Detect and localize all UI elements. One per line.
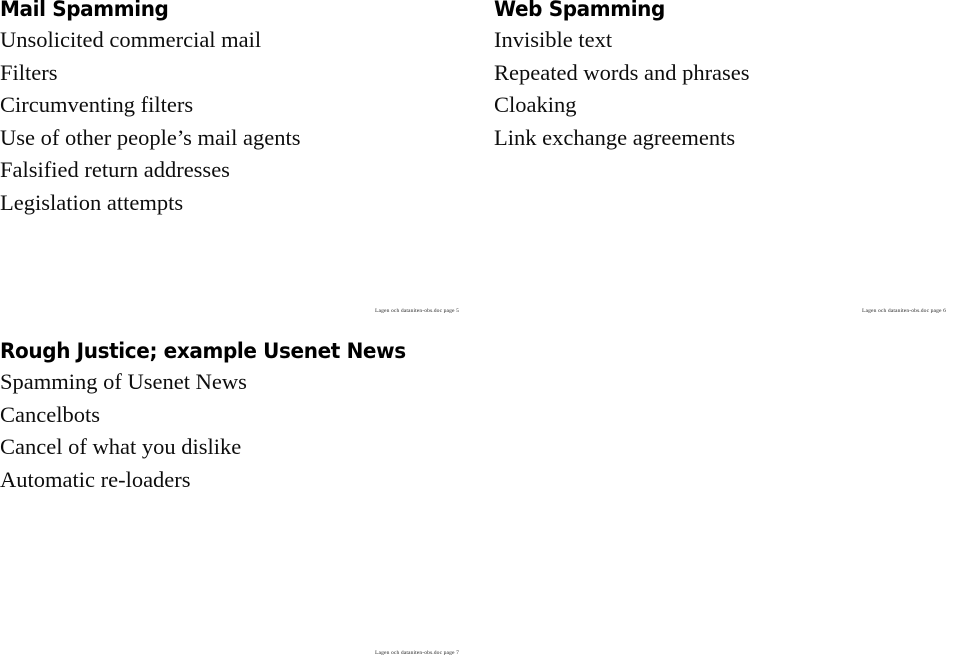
slide-body-mail-spamming: Unsolicited commercial mail Filters Circ… — [0, 24, 470, 220]
slide-heading-usenet-spamming: Rough Justice; example Usenet News — [0, 339, 406, 364]
slide-line: Repeated words and phrases — [494, 59, 750, 85]
slide-line: Cloaking — [494, 92, 577, 118]
slide-web-spamming: Web Spamming Invisible text Repeated wor… — [494, 0, 954, 154]
slide-heading-web-spamming: Web Spamming — [494, 0, 666, 22]
slide-line: Cancelbots — [0, 401, 100, 427]
slide-line: Legislation attempts — [0, 189, 184, 215]
slide-line: Use of other people’s mail agents — [0, 124, 301, 150]
slide-body-web-spamming: Invisible text Repeated words and phrase… — [494, 24, 954, 154]
slide-line: Filters — [0, 59, 58, 85]
page-footer-6: Lagen och dataniten-obs.doc page 6 — [862, 308, 947, 314]
slide-body-usenet-spamming: Spamming of Usenet News Cancelbots Cance… — [0, 366, 470, 496]
slide-heading-mail-spamming: Mail Spamming — [0, 0, 169, 22]
slide-line: Spamming of Usenet News — [0, 369, 247, 394]
slide-line: Automatic re-loaders — [0, 466, 191, 492]
page-footer-7: Lagen och dataniten-obs.doc page 7 — [375, 650, 460, 656]
slide-line: Invisible text — [494, 27, 613, 52]
slide-mail-spamming: Mail Spamming Unsolicited commercial mai… — [0, 0, 470, 220]
page-footer-5: Lagen och dataniten-obs.doc page 5 — [375, 308, 460, 314]
slide-line: Circumventing filters — [0, 92, 194, 118]
slide-usenet-spamming: Rough Justice; example Usenet News Spamm… — [0, 338, 470, 496]
slide-line: Cancel of what you dislike — [0, 434, 242, 460]
slide-line: Link exchange agreements — [494, 124, 736, 150]
slide-line: Unsolicited commercial mail — [0, 27, 262, 52]
slide-line: Falsified return addresses — [0, 157, 230, 183]
